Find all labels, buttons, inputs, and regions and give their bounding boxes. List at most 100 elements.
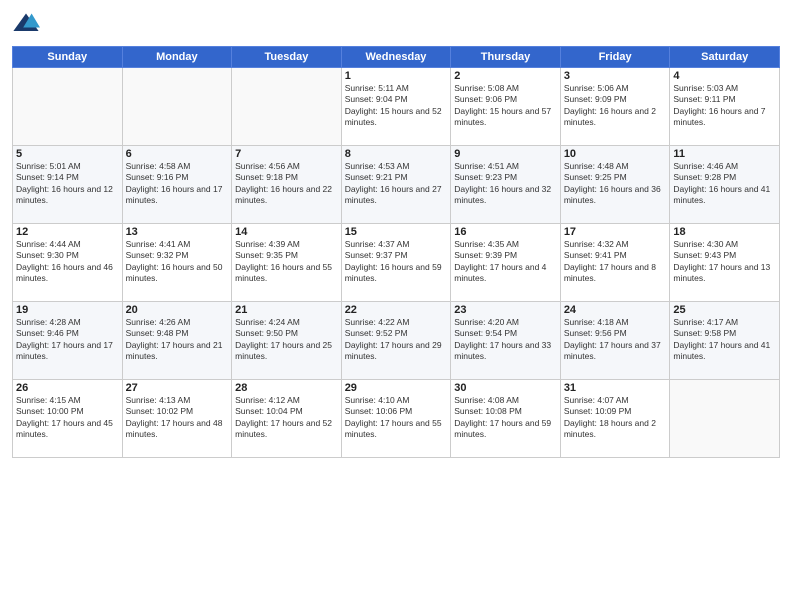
day-number: 6 (126, 148, 229, 160)
calendar-day-cell: 28Sunrise: 4:12 AM Sunset: 10:04 PM Dayl… (232, 380, 342, 458)
logo-icon (12, 10, 40, 38)
day-number: 16 (454, 226, 557, 238)
weekday-header: Monday (122, 47, 232, 68)
calendar-day-cell: 15Sunrise: 4:37 AM Sunset: 9:37 PM Dayli… (341, 224, 451, 302)
calendar-day-cell: 27Sunrise: 4:13 AM Sunset: 10:02 PM Dayl… (122, 380, 232, 458)
calendar-day-cell: 4Sunrise: 5:03 AM Sunset: 9:11 PM Daylig… (670, 68, 780, 146)
day-number: 24 (564, 304, 667, 316)
day-info: Sunrise: 4:22 AM Sunset: 9:52 PM Dayligh… (345, 317, 448, 363)
weekday-header: Thursday (451, 47, 561, 68)
day-info: Sunrise: 4:17 AM Sunset: 9:58 PM Dayligh… (673, 317, 776, 363)
day-info: Sunrise: 4:35 AM Sunset: 9:39 PM Dayligh… (454, 239, 557, 285)
day-info: Sunrise: 4:53 AM Sunset: 9:21 PM Dayligh… (345, 161, 448, 207)
calendar-day-cell (670, 380, 780, 458)
day-info: Sunrise: 4:32 AM Sunset: 9:41 PM Dayligh… (564, 239, 667, 285)
day-number: 28 (235, 382, 338, 394)
day-info: Sunrise: 4:41 AM Sunset: 9:32 PM Dayligh… (126, 239, 229, 285)
weekday-header-row: SundayMondayTuesdayWednesdayThursdayFrid… (13, 47, 780, 68)
day-number: 13 (126, 226, 229, 238)
calendar-day-cell: 8Sunrise: 4:53 AM Sunset: 9:21 PM Daylig… (341, 146, 451, 224)
day-info: Sunrise: 4:39 AM Sunset: 9:35 PM Dayligh… (235, 239, 338, 285)
calendar-day-cell (122, 68, 232, 146)
calendar-day-cell (232, 68, 342, 146)
day-info: Sunrise: 4:46 AM Sunset: 9:28 PM Dayligh… (673, 161, 776, 207)
calendar-day-cell: 20Sunrise: 4:26 AM Sunset: 9:48 PM Dayli… (122, 302, 232, 380)
day-number: 9 (454, 148, 557, 160)
day-info: Sunrise: 4:26 AM Sunset: 9:48 PM Dayligh… (126, 317, 229, 363)
calendar-day-cell: 14Sunrise: 4:39 AM Sunset: 9:35 PM Dayli… (232, 224, 342, 302)
day-info: Sunrise: 4:20 AM Sunset: 9:54 PM Dayligh… (454, 317, 557, 363)
day-info: Sunrise: 5:11 AM Sunset: 9:04 PM Dayligh… (345, 83, 448, 129)
calendar-day-cell: 31Sunrise: 4:07 AM Sunset: 10:09 PM Dayl… (560, 380, 670, 458)
calendar-day-cell: 7Sunrise: 4:56 AM Sunset: 9:18 PM Daylig… (232, 146, 342, 224)
day-number: 26 (16, 382, 119, 394)
calendar-day-cell: 3Sunrise: 5:06 AM Sunset: 9:09 PM Daylig… (560, 68, 670, 146)
day-number: 7 (235, 148, 338, 160)
day-info: Sunrise: 4:51 AM Sunset: 9:23 PM Dayligh… (454, 161, 557, 207)
day-info: Sunrise: 4:18 AM Sunset: 9:56 PM Dayligh… (564, 317, 667, 363)
calendar-day-cell: 19Sunrise: 4:28 AM Sunset: 9:46 PM Dayli… (13, 302, 123, 380)
day-info: Sunrise: 4:37 AM Sunset: 9:37 PM Dayligh… (345, 239, 448, 285)
day-number: 25 (673, 304, 776, 316)
calendar-day-cell: 6Sunrise: 4:58 AM Sunset: 9:16 PM Daylig… (122, 146, 232, 224)
day-number: 21 (235, 304, 338, 316)
day-info: Sunrise: 4:28 AM Sunset: 9:46 PM Dayligh… (16, 317, 119, 363)
calendar-week-row: 19Sunrise: 4:28 AM Sunset: 9:46 PM Dayli… (13, 302, 780, 380)
weekday-header: Tuesday (232, 47, 342, 68)
day-number: 14 (235, 226, 338, 238)
day-number: 30 (454, 382, 557, 394)
calendar-day-cell: 22Sunrise: 4:22 AM Sunset: 9:52 PM Dayli… (341, 302, 451, 380)
weekday-header: Friday (560, 47, 670, 68)
day-info: Sunrise: 5:06 AM Sunset: 9:09 PM Dayligh… (564, 83, 667, 129)
day-info: Sunrise: 4:24 AM Sunset: 9:50 PM Dayligh… (235, 317, 338, 363)
calendar-day-cell: 26Sunrise: 4:15 AM Sunset: 10:00 PM Dayl… (13, 380, 123, 458)
day-info: Sunrise: 4:13 AM Sunset: 10:02 PM Daylig… (126, 395, 229, 441)
calendar-day-cell: 11Sunrise: 4:46 AM Sunset: 9:28 PM Dayli… (670, 146, 780, 224)
calendar-day-cell (13, 68, 123, 146)
calendar-day-cell: 24Sunrise: 4:18 AM Sunset: 9:56 PM Dayli… (560, 302, 670, 380)
day-info: Sunrise: 4:56 AM Sunset: 9:18 PM Dayligh… (235, 161, 338, 207)
calendar-day-cell: 12Sunrise: 4:44 AM Sunset: 9:30 PM Dayli… (13, 224, 123, 302)
day-number: 19 (16, 304, 119, 316)
day-info: Sunrise: 4:48 AM Sunset: 9:25 PM Dayligh… (564, 161, 667, 207)
calendar-table: SundayMondayTuesdayWednesdayThursdayFrid… (12, 46, 780, 458)
weekday-header: Saturday (670, 47, 780, 68)
day-info: Sunrise: 4:10 AM Sunset: 10:06 PM Daylig… (345, 395, 448, 441)
day-number: 5 (16, 148, 119, 160)
day-info: Sunrise: 4:08 AM Sunset: 10:08 PM Daylig… (454, 395, 557, 441)
calendar-day-cell: 16Sunrise: 4:35 AM Sunset: 9:39 PM Dayli… (451, 224, 561, 302)
day-info: Sunrise: 5:08 AM Sunset: 9:06 PM Dayligh… (454, 83, 557, 129)
day-number: 18 (673, 226, 776, 238)
day-number: 17 (564, 226, 667, 238)
calendar-day-cell: 2Sunrise: 5:08 AM Sunset: 9:06 PM Daylig… (451, 68, 561, 146)
day-info: Sunrise: 4:58 AM Sunset: 9:16 PM Dayligh… (126, 161, 229, 207)
calendar-day-cell: 13Sunrise: 4:41 AM Sunset: 9:32 PM Dayli… (122, 224, 232, 302)
calendar-day-cell: 25Sunrise: 4:17 AM Sunset: 9:58 PM Dayli… (670, 302, 780, 380)
calendar-day-cell: 18Sunrise: 4:30 AM Sunset: 9:43 PM Dayli… (670, 224, 780, 302)
day-info: Sunrise: 4:15 AM Sunset: 10:00 PM Daylig… (16, 395, 119, 441)
day-number: 10 (564, 148, 667, 160)
calendar-day-cell: 5Sunrise: 5:01 AM Sunset: 9:14 PM Daylig… (13, 146, 123, 224)
calendar-day-cell: 30Sunrise: 4:08 AM Sunset: 10:08 PM Dayl… (451, 380, 561, 458)
day-number: 22 (345, 304, 448, 316)
day-number: 8 (345, 148, 448, 160)
day-number: 2 (454, 70, 557, 82)
calendar-day-cell: 17Sunrise: 4:32 AM Sunset: 9:41 PM Dayli… (560, 224, 670, 302)
day-info: Sunrise: 5:03 AM Sunset: 9:11 PM Dayligh… (673, 83, 776, 129)
calendar-day-cell: 21Sunrise: 4:24 AM Sunset: 9:50 PM Dayli… (232, 302, 342, 380)
calendar-week-row: 5Sunrise: 5:01 AM Sunset: 9:14 PM Daylig… (13, 146, 780, 224)
day-number: 27 (126, 382, 229, 394)
day-number: 12 (16, 226, 119, 238)
calendar-day-cell: 1Sunrise: 5:11 AM Sunset: 9:04 PM Daylig… (341, 68, 451, 146)
calendar-day-cell: 29Sunrise: 4:10 AM Sunset: 10:06 PM Dayl… (341, 380, 451, 458)
logo (12, 10, 42, 38)
calendar-day-cell: 23Sunrise: 4:20 AM Sunset: 9:54 PM Dayli… (451, 302, 561, 380)
day-number: 20 (126, 304, 229, 316)
weekday-header: Wednesday (341, 47, 451, 68)
day-number: 29 (345, 382, 448, 394)
calendar-week-row: 12Sunrise: 4:44 AM Sunset: 9:30 PM Dayli… (13, 224, 780, 302)
calendar-day-cell: 10Sunrise: 4:48 AM Sunset: 9:25 PM Dayli… (560, 146, 670, 224)
day-info: Sunrise: 4:12 AM Sunset: 10:04 PM Daylig… (235, 395, 338, 441)
weekday-header: Sunday (13, 47, 123, 68)
day-number: 11 (673, 148, 776, 160)
